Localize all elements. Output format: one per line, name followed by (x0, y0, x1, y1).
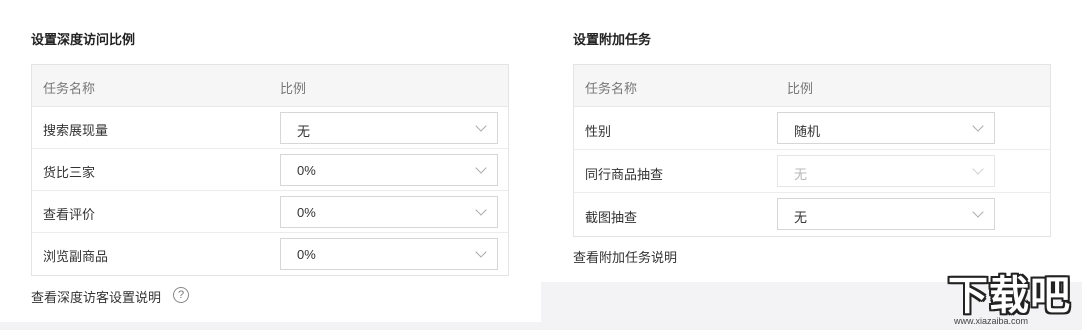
chevron-down-icon (475, 120, 487, 132)
browse-secondary-select[interactable]: 0% (280, 238, 498, 270)
select-value: 无 (794, 210, 808, 225)
deep-visit-panel: 设置深度访问比例 任务名称 比例 搜索展现量 无 货比三家 0% 查看评价 0% (0, 0, 541, 322)
table-row: 货比三家 0% (32, 149, 508, 191)
chevron-down-icon (972, 163, 984, 175)
deep-visit-table: 任务名称 比例 搜索展现量 无 货比三家 0% 查看评价 0% 浏览副商品 0% (31, 64, 509, 276)
chevron-down-icon (475, 204, 487, 216)
chevron-down-icon (475, 162, 487, 174)
watermark-url: www.xiazaiba.com (954, 316, 1029, 326)
deep-visit-help-link[interactable]: 查看深度访客设置说明 (31, 287, 161, 306)
watermark-logo: 下载吧 www.xiazaiba.com (944, 272, 1080, 328)
row-label: 货比三家 (43, 165, 96, 180)
header-ratio: 比例 (280, 81, 307, 96)
row-label: 搜索展现量 (43, 123, 109, 138)
table-row: 搜索展现量 无 (32, 107, 508, 149)
header-ratio: 比例 (787, 81, 814, 96)
row-label: 性别 (585, 124, 612, 139)
table-row: 同行商品抽查 无 (574, 150, 1050, 193)
header-task-name: 任务名称 (585, 81, 638, 96)
table-row: 性别 随机 (574, 107, 1050, 150)
select-value: 无 (794, 167, 808, 182)
view-reviews-select[interactable]: 0% (280, 196, 498, 228)
screenshot-check-select[interactable]: 无 (777, 198, 995, 230)
select-value: 0% (297, 163, 316, 178)
row-label: 浏览副商品 (43, 249, 109, 264)
compare-shops-select[interactable]: 0% (280, 154, 498, 186)
gender-select[interactable]: 随机 (777, 112, 995, 144)
select-value: 无 (297, 124, 311, 139)
extra-tasks-help-link[interactable]: 查看附加任务说明 (573, 247, 677, 266)
row-label: 截图抽查 (585, 210, 638, 225)
select-value: 随机 (794, 124, 821, 139)
chevron-down-icon (972, 120, 984, 132)
peer-product-check-select: 无 (777, 155, 995, 187)
extra-tasks-table: 任务名称 比例 性别 随机 同行商品抽查 无 截图抽查 无 (573, 64, 1051, 237)
chevron-down-icon (475, 246, 487, 258)
extra-tasks-panel: 设置附加任务 任务名称 比例 性别 随机 同行商品抽查 无 截图抽查 无 查看附… (541, 0, 1082, 282)
table-header: 任务名称 比例 (574, 65, 1050, 107)
table-row: 查看评价 0% (32, 191, 508, 233)
search-exposure-select[interactable]: 无 (280, 112, 498, 144)
header-task-name: 任务名称 (43, 81, 96, 96)
row-label: 查看评价 (43, 207, 96, 222)
table-row: 截图抽查 无 (574, 193, 1050, 236)
table-header: 任务名称 比例 (32, 65, 508, 107)
table-row: 浏览副商品 0% (32, 233, 508, 275)
select-value: 0% (297, 205, 316, 220)
deep-visit-title: 设置深度访问比例 (31, 32, 136, 47)
chevron-down-icon (972, 206, 984, 218)
question-icon[interactable]: ? (173, 287, 189, 303)
watermark-text: 下载吧 (948, 273, 1071, 319)
extra-tasks-title: 设置附加任务 (573, 32, 652, 47)
row-label: 同行商品抽查 (585, 167, 664, 182)
select-value: 0% (297, 247, 316, 262)
